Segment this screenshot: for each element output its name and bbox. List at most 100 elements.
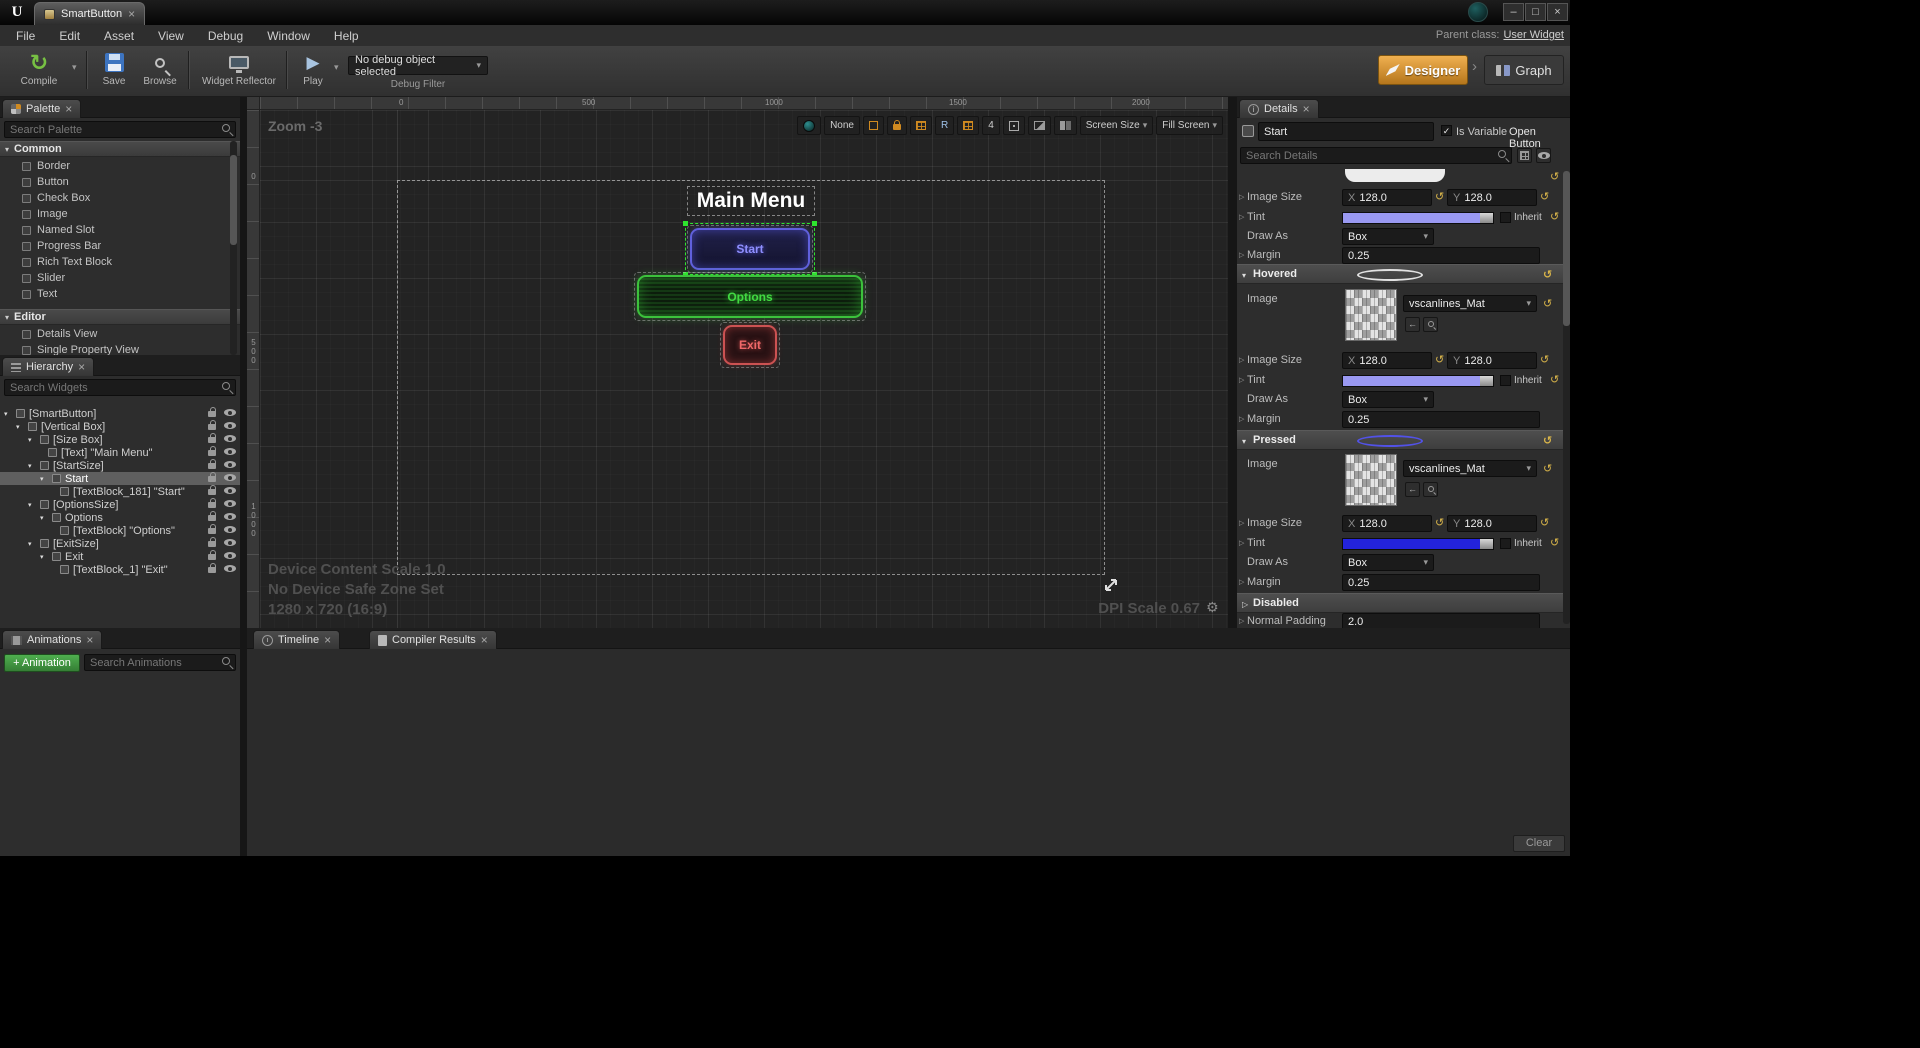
compile-options-caret-icon[interactable]: ▾ <box>72 62 77 73</box>
reset-icon[interactable]: ↺ <box>1543 297 1552 310</box>
graph-mode-button[interactable]: Graph <box>1484 55 1564 85</box>
use-selected-asset-button[interactable]: ← <box>1405 482 1420 497</box>
close-icon[interactable]: × <box>324 634 331 646</box>
lock-icon[interactable] <box>208 528 216 534</box>
localization-preview-button[interactable] <box>797 116 821 135</box>
expander-icon[interactable]: ▾ <box>40 553 48 561</box>
draw-as-dropdown[interactable]: Box▾ <box>1342 554 1434 571</box>
image-size-y-field[interactable]: Y128.0 <box>1447 352 1537 369</box>
scrollbar-thumb[interactable] <box>230 155 237 245</box>
is-variable-checkbox[interactable]: ✓ <box>1441 125 1452 136</box>
close-icon[interactable]: × <box>86 634 93 646</box>
tab-compiler-results[interactable]: Compiler Results × <box>369 630 497 649</box>
lock-icon[interactable] <box>208 424 216 430</box>
details-search-input[interactable] <box>1240 147 1512 164</box>
canvas-button-start[interactable]: Start <box>690 228 810 270</box>
palette-item-details-view[interactable]: Details View <box>0 326 228 342</box>
details-search[interactable] <box>1240 147 1512 164</box>
margin-input[interactable] <box>1342 574 1540 591</box>
browse-button[interactable]: Browse <box>136 49 184 94</box>
tab-details[interactable]: Details × <box>1239 99 1319 118</box>
clear-button[interactable]: Clear <box>1513 835 1565 852</box>
resize-handle-cursor[interactable] <box>1102 576 1120 597</box>
tint-color-swatch[interactable] <box>1342 538 1494 550</box>
hierarchy-row-size-box[interactable]: ▾[Size Box] <box>0 433 240 446</box>
menu-help[interactable]: Help <box>334 29 359 43</box>
hierarchy-row-exit[interactable]: ▾Exit <box>0 550 240 563</box>
debug-object-dropdown[interactable]: No debug object selected ▾ <box>348 56 488 75</box>
expander-icon[interactable]: ▾ <box>28 462 36 470</box>
play-options-caret-icon[interactable]: ▾ <box>334 62 339 73</box>
expander-icon[interactable]: ▷ <box>1239 539 1244 547</box>
widget-reflector-button[interactable]: Widget Reflector <box>196 49 282 94</box>
grid-snap-size-button[interactable]: 4 <box>982 116 1000 135</box>
designer-mode-button[interactable]: Designer <box>1378 55 1468 85</box>
lock-icon[interactable] <box>208 476 216 482</box>
palette-item-progress-bar[interactable]: Progress Bar <box>0 238 228 254</box>
menu-view[interactable]: View <box>158 29 184 43</box>
palette-scrollbar[interactable] <box>230 141 237 355</box>
hierarchy-row-options[interactable]: ▾Options <box>0 511 240 524</box>
status-globe-icon[interactable] <box>1468 2 1488 22</box>
inherit-checkbox[interactable] <box>1500 538 1511 549</box>
use-selected-asset-button[interactable]: ← <box>1405 317 1420 332</box>
close-icon[interactable]: × <box>1303 103 1310 115</box>
image-size-y-field[interactable]: Y128.0 <box>1447 515 1537 532</box>
reset-icon[interactable]: ↺ <box>1550 210 1559 223</box>
palette-search-input[interactable] <box>4 121 236 138</box>
menu-window[interactable]: Window <box>267 29 310 43</box>
hierarchy-row-vertical-box[interactable]: ▾[Vertical Box] <box>0 420 240 433</box>
play-button[interactable]: ▶ Play <box>294 49 332 94</box>
reset-icon[interactable]: ↺ <box>1540 353 1549 366</box>
open-button-link[interactable]: Open Button <box>1509 126 1570 150</box>
eye-icon[interactable] <box>224 552 236 559</box>
display-filter-button[interactable] <box>1536 148 1551 163</box>
expander-icon[interactable]: ▾ <box>28 436 36 444</box>
reset-icon[interactable]: ↺ <box>1540 190 1549 203</box>
lock-icon[interactable] <box>208 450 216 456</box>
lock-icon[interactable] <box>208 554 216 560</box>
eye-icon[interactable] <box>224 500 236 507</box>
screen-size-dropdown[interactable]: Screen Size▾ <box>1080 116 1153 135</box>
image-size-y-field[interactable]: Y128.0 <box>1447 189 1537 206</box>
maximize-button[interactable]: □ <box>1525 3 1546 21</box>
margin-input[interactable] <box>1342 247 1540 264</box>
expander-icon[interactable]: ▷ <box>1239 213 1244 221</box>
expander-icon[interactable]: ▷ <box>1239 356 1244 364</box>
brush-image-thumbnail[interactable] <box>1345 454 1397 506</box>
preview-background-button[interactable] <box>1028 116 1051 135</box>
browse-to-asset-button[interactable] <box>1423 482 1438 497</box>
expander-icon[interactable]: ▾ <box>28 501 36 509</box>
close-icon[interactable]: × <box>78 361 85 373</box>
expander-icon[interactable]: ▷ <box>1239 251 1244 259</box>
material-dropdown[interactable]: vscanlines_Mat▾ <box>1403 295 1537 312</box>
canvas-title-text[interactable]: Main Menu <box>687 186 815 216</box>
eye-icon[interactable] <box>224 448 236 455</box>
palette-item-named-slot[interactable]: Named Slot <box>0 222 228 238</box>
add-animation-button[interactable]: + Animation <box>4 654 80 672</box>
image-size-x-field[interactable]: X128.0 <box>1342 189 1432 206</box>
palette-item-checkbox[interactable]: Check Box <box>0 190 228 206</box>
inherit-checkbox[interactable] <box>1500 212 1511 223</box>
lock-icon[interactable] <box>208 437 216 443</box>
browse-to-asset-button[interactable] <box>1423 317 1438 332</box>
section-hovered[interactable]: ▾ Hovered ↺ <box>1237 264 1563 284</box>
outline-toggle-button[interactable] <box>863 116 884 135</box>
lock-icon[interactable] <box>208 411 216 417</box>
hierarchy-row-textblock-exit[interactable]: [TextBlock_1] "Exit" <box>0 563 240 576</box>
localization-none-button[interactable]: None <box>824 116 860 135</box>
hierarchy-row-start[interactable]: ▾Start <box>0 472 240 485</box>
close-button[interactable]: × <box>1547 3 1568 21</box>
expander-icon[interactable]: ▷ <box>1239 376 1244 384</box>
tab-timeline[interactable]: Timeline × <box>253 630 340 649</box>
palette-section-common[interactable]: ▾ Common <box>0 141 240 157</box>
eye-icon[interactable] <box>224 487 236 494</box>
hierarchy-row-exitsize[interactable]: ▾[ExitSize] <box>0 537 240 550</box>
menu-debug[interactable]: Debug <box>208 29 243 43</box>
animations-search-input[interactable] <box>84 654 236 671</box>
eye-icon[interactable] <box>224 474 236 481</box>
eye-icon[interactable] <box>224 409 236 416</box>
expander-icon[interactable]: ▷ <box>1239 193 1244 201</box>
eye-icon[interactable] <box>224 461 236 468</box>
expander-icon[interactable]: ▾ <box>40 475 48 483</box>
